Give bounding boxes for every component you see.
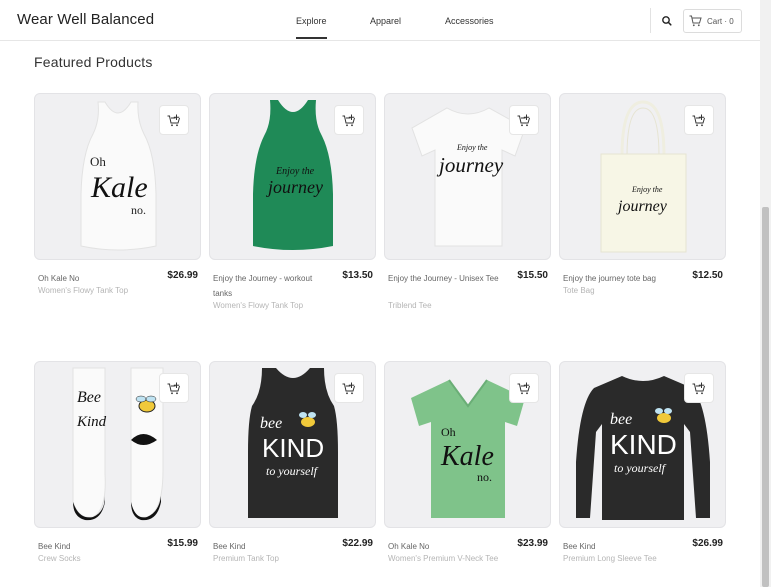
add-to-cart-icon <box>692 114 705 126</box>
nav-apparel[interactable]: Apparel <box>370 16 401 26</box>
add-to-cart-icon <box>517 114 530 126</box>
product-price: $15.99 <box>167 538 198 549</box>
add-to-cart-button[interactable] <box>509 105 539 135</box>
product-type: Women's Flowy Tank Top <box>213 301 304 310</box>
product-price: $23.99 <box>517 538 548 549</box>
product-price: $15.50 <box>517 270 548 281</box>
section-title: Featured Products <box>34 54 153 70</box>
scrollbar-thumb[interactable] <box>762 207 769 587</box>
print-line-2: Kind <box>76 414 107 430</box>
nav-explore[interactable]: Explore <box>296 16 327 39</box>
add-to-cart-icon <box>167 382 180 394</box>
print-line-1: Enjoy the <box>631 185 663 194</box>
print-line-1: bee <box>260 415 282 432</box>
product-price: $13.50 <box>342 270 373 281</box>
add-to-cart-icon <box>342 382 355 394</box>
product-image[interactable]: Enjoy the journey <box>384 93 551 260</box>
product-type: Women's Flowy Tank Top <box>38 286 129 295</box>
product-type: Premium Long Sleeve Tee <box>563 554 657 563</box>
add-to-cart-icon <box>342 114 355 126</box>
add-to-cart-icon <box>692 382 705 394</box>
product-image[interactable]: Enjoy the journey <box>209 93 376 260</box>
print-line-1: bee <box>610 411 632 428</box>
product-type: Tote Bag <box>563 286 595 295</box>
search-icon <box>662 16 672 26</box>
product-type: Triblend Tee <box>388 301 432 310</box>
product-image[interactable]: Oh Kale no. <box>34 93 201 260</box>
nav-accessories[interactable]: Accessories <box>445 16 494 26</box>
search-button[interactable] <box>659 13 675 29</box>
header-divider <box>650 8 651 33</box>
print-line-1: Enjoy the <box>275 166 315 177</box>
print-line-2: journey <box>436 153 504 177</box>
product-image[interactable]: Enjoy the journey <box>559 93 726 260</box>
product-type: Crew Socks <box>38 554 81 563</box>
print-line-2: journey <box>266 177 323 197</box>
cart-label: Cart · 0 <box>707 16 734 26</box>
product-image[interactable]: Oh Kale no. <box>384 361 551 528</box>
print-line-2: Kale <box>90 171 148 204</box>
add-to-cart-icon <box>517 382 530 394</box>
print-line-3: no. <box>477 470 492 484</box>
add-to-cart-button[interactable] <box>334 105 364 135</box>
print-line-1: Oh <box>90 154 106 169</box>
product-image[interactable]: bee KIND to yourself <box>559 361 726 528</box>
add-to-cart-button[interactable] <box>159 373 189 403</box>
print-line-1: Bee <box>77 389 101 406</box>
product-price: $26.99 <box>167 270 198 281</box>
header: Wear Well Balanced Explore Apparel Acces… <box>0 0 760 41</box>
print-line-3: to yourself <box>266 464 319 478</box>
print-line-2: Kale <box>440 441 494 472</box>
cart-button[interactable]: Cart · 0 <box>683 9 742 33</box>
print-line-2: KIND <box>610 429 677 460</box>
print-line-3: no. <box>131 203 146 217</box>
add-to-cart-icon <box>167 114 180 126</box>
add-to-cart-button[interactable] <box>684 105 714 135</box>
product-name[interactable]: Enjoy the Journey - Unisex Tee <box>388 271 503 286</box>
product-price: $22.99 <box>342 538 373 549</box>
add-to-cart-button[interactable] <box>684 373 714 403</box>
scrollbar[interactable] <box>760 0 771 587</box>
cart-icon <box>689 15 702 27</box>
print-line-2: KIND <box>262 433 324 463</box>
add-to-cart-button[interactable] <box>509 373 539 403</box>
product-price: $12.50 <box>692 270 723 281</box>
brand-logo[interactable]: Wear Well Balanced <box>17 11 154 28</box>
product-image[interactable]: bee KIND to yourself <box>209 361 376 528</box>
product-type: Women's Premium V-Neck Tee <box>388 554 499 563</box>
add-to-cart-button[interactable] <box>159 105 189 135</box>
print-line-2: journey <box>616 198 668 215</box>
add-to-cart-button[interactable] <box>334 373 364 403</box>
print-line-1: Oh <box>441 425 456 439</box>
product-price: $26.99 <box>692 538 723 549</box>
product-type: Premium Tank Top <box>213 554 279 563</box>
print-line-1: Enjoy the <box>456 143 488 152</box>
product-name[interactable]: Enjoy the Journey - workout tanks <box>213 271 328 301</box>
product-image[interactable]: Bee Kind <box>34 361 201 528</box>
print-line-3: to yourself <box>614 461 667 475</box>
